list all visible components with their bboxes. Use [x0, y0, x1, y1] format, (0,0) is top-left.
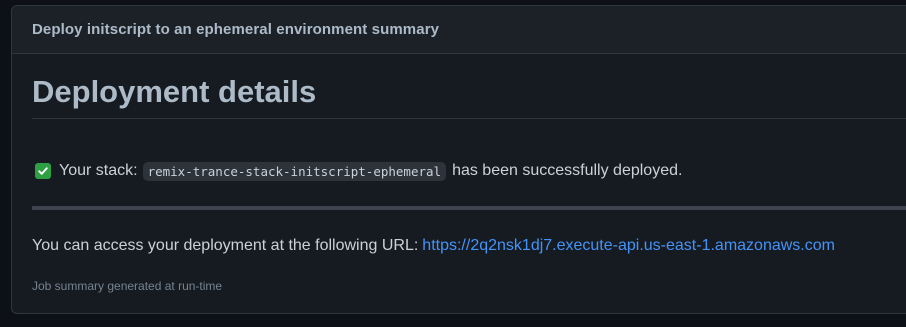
stack-prefix: Your stack: [59, 162, 138, 179]
deployment-url-link[interactable]: https://2q2nsk1dj7.execute-api.us-east-1… [422, 237, 835, 254]
access-url-line: You can access your deployment at the fo… [32, 237, 906, 255]
deployment-details-heading: Deployment details [32, 54, 906, 119]
summary-body: Deployment details Your stack: remix-tra… [12, 54, 906, 293]
job-summary-footnote: Job summary generated at run-time [32, 279, 223, 293]
summary-title: Deploy initscript to an ephemeral enviro… [32, 21, 440, 38]
check-mark-icon [35, 163, 51, 179]
job-summary-panel: Deploy initscript to an ephemeral enviro… [11, 5, 906, 314]
stack-name-code: remix-trance-stack-initscript-ephemeral [142, 161, 447, 181]
horizontal-rule [32, 206, 906, 210]
stack-suffix: has been successfully deployed. [452, 162, 683, 179]
access-text: You can access your deployment at the fo… [32, 237, 419, 254]
summary-header: Deploy initscript to an ephemeral enviro… [12, 6, 906, 54]
stack-status-line: Your stack: remix-trance-stack-initscrip… [32, 161, 906, 181]
